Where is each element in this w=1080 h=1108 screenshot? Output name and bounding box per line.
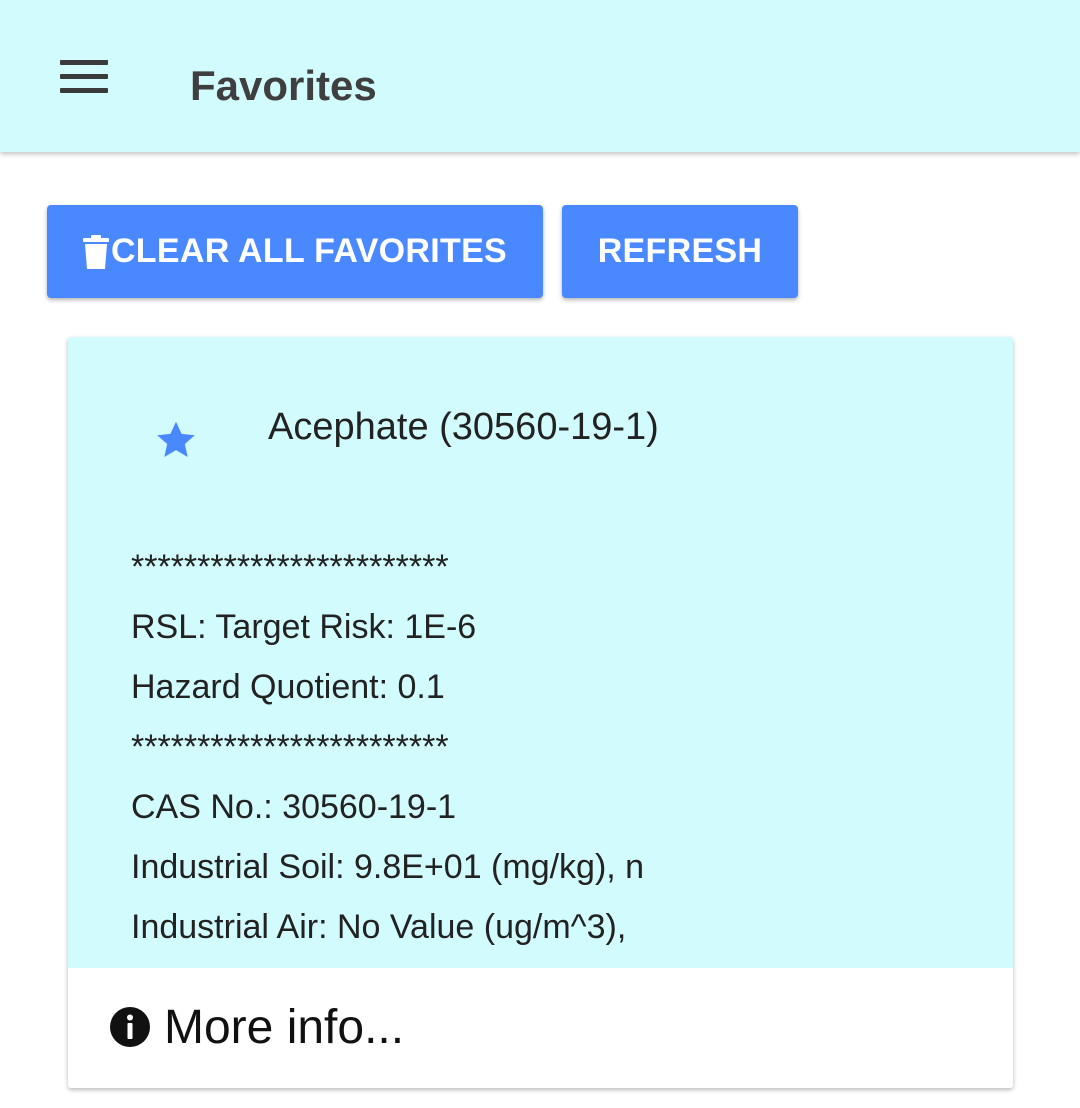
cas-number-line: CAS No.: 30560-19-1 xyxy=(131,788,457,826)
app-bar: Favorites xyxy=(0,0,1080,152)
chemical-title: Acephate (30560-19-1) xyxy=(268,406,659,448)
refresh-button[interactable]: REFRESH xyxy=(562,205,798,298)
hamburger-menu-icon[interactable] xyxy=(60,60,108,94)
star-icon[interactable] xyxy=(153,417,199,463)
target-risk-line: RSL: Target Risk: 1E-6 xyxy=(131,608,477,646)
clear-all-favorites-button[interactable]: CLEAR ALL FAVORITES xyxy=(47,205,543,298)
refresh-label: REFRESH xyxy=(597,232,763,270)
more-info-label: More info... xyxy=(164,1001,405,1054)
hazard-quotient-line: Hazard Quotient: 0.1 xyxy=(131,668,445,706)
more-info-link[interactable]: More info... xyxy=(68,968,1013,1088)
industrial-air-line: Industrial Air: No Value (ug/m^3), xyxy=(131,908,627,946)
separator-line: ************************ xyxy=(131,548,449,586)
clear-all-favorites-label: CLEAR ALL FAVORITES xyxy=(110,232,508,270)
favorite-card: Acephate (30560-19-1) ******************… xyxy=(68,337,1013,1088)
industrial-soil-line: Industrial Soil: 9.8E+01 (mg/kg), n xyxy=(131,848,645,886)
trash-icon xyxy=(82,234,109,269)
card-details: ************************ RSL: Target Ris… xyxy=(131,537,991,957)
separator-line: ************************ xyxy=(131,728,449,766)
page-title: Favorites xyxy=(190,62,377,109)
info-icon xyxy=(109,1006,151,1048)
